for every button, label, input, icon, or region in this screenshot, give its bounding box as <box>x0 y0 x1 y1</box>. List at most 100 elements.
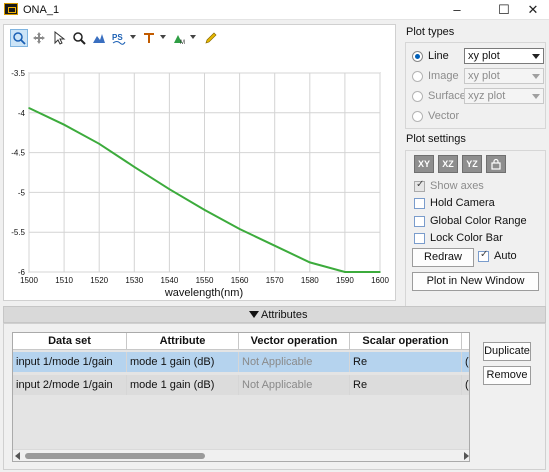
radio-vector-label: Vector <box>428 110 460 122</box>
x-axis-label: wavelength(nm) <box>164 287 243 299</box>
auto-checkbox[interactable]: Auto <box>478 249 538 265</box>
surface-plot-type-value: xyz plot <box>468 90 506 102</box>
x-tick-label: 1570 <box>266 276 284 285</box>
view-xy-button[interactable]: XY <box>414 155 434 173</box>
line-chart[interactable]: -3.5-4-4.5-5-5.5-6 1500 1510 1520 1530 1540 1… <box>7 70 392 300</box>
cell-scalar-operation[interactable]: Re <box>350 352 462 372</box>
line-style-dropdown-icon[interactable] <box>130 35 136 39</box>
plot-types-group: Line xy plot Image xy plot Surface xyz p… <box>405 42 546 129</box>
radio-surface-indicator[interactable] <box>412 91 423 102</box>
image-plot-type-select[interactable]: xy plot <box>464 68 544 84</box>
y-tick-label: -4 <box>18 109 26 118</box>
radio-line-label: Line <box>428 50 449 62</box>
title-bar: ONA_1 – ☐ ✕ <box>0 0 549 20</box>
show-axes-checkbox[interactable]: Show axes <box>414 179 544 195</box>
data-point <box>273 244 276 247</box>
show-axes-check[interactable] <box>414 179 425 192</box>
radio-surface-label: Surface <box>428 90 466 102</box>
radio-vector[interactable]: Vector <box>412 109 542 125</box>
pencil-icon[interactable] <box>202 29 220 47</box>
lock-view-button[interactable] <box>486 155 506 173</box>
horizontal-scrollbar[interactable] <box>13 449 469 461</box>
data-point <box>168 188 171 191</box>
cell-extra[interactable]: (1 <box>462 352 469 372</box>
maximize-button[interactable]: ☐ <box>488 1 520 19</box>
surface-view-icon[interactable] <box>90 29 108 47</box>
radio-line[interactable]: Line xy plot <box>412 48 544 65</box>
lock-color-bar-checkbox[interactable]: Lock Color Bar <box>414 231 544 247</box>
hold-camera-checkbox[interactable]: Hold Camera <box>414 196 544 212</box>
lock-color-bar-label: Lock Color Bar <box>430 232 503 244</box>
cell-attribute[interactable]: mode 1 gain (dB) <box>127 375 239 395</box>
duplicate-button[interactable]: Duplicate <box>483 342 531 361</box>
attributes-title: Attributes <box>261 309 308 321</box>
cell-vector-operation[interactable]: Not Applicable <box>239 352 350 372</box>
data-point <box>238 228 241 230</box>
attributes-toggle-bar[interactable]: Attributes <box>3 306 546 323</box>
hold-camera-check[interactable] <box>414 198 425 209</box>
collapse-triangle-icon <box>249 311 259 318</box>
select-cursor-icon[interactable] <box>50 29 68 47</box>
surface-plot-type-select[interactable]: xyz plot <box>464 88 544 104</box>
line-style-icon[interactable]: PS <box>110 29 128 47</box>
text-annotation-icon[interactable] <box>140 29 158 47</box>
marker-dropdown-icon[interactable] <box>190 35 196 39</box>
y-tick-label: -5.5 <box>11 228 25 237</box>
table-row[interactable]: input 2/mode 1/gain mode 1 gain (dB) Not… <box>13 375 469 395</box>
global-color-range-checkbox[interactable]: Global Color Range <box>414 214 544 230</box>
data-point <box>203 209 206 211</box>
radio-line-indicator[interactable] <box>412 51 423 62</box>
radio-image-label: Image <box>428 70 459 82</box>
lock-color-bar-check[interactable] <box>414 233 425 244</box>
x-tick-label: 1540 <box>161 276 179 285</box>
cell-dataset[interactable]: input 1/mode 1/gain <box>13 352 127 372</box>
data-point <box>98 143 100 145</box>
view-yz-button[interactable]: YZ <box>462 155 482 173</box>
radio-vector-indicator[interactable] <box>412 111 423 122</box>
radio-image-indicator[interactable] <box>412 71 423 82</box>
radio-surface[interactable]: Surface xyz plot <box>412 88 544 105</box>
remove-button[interactable]: Remove <box>483 366 531 385</box>
line-plot-type-value: xy plot <box>468 50 500 62</box>
chevron-down-icon <box>532 94 540 99</box>
line-plot-type-select[interactable]: xy plot <box>464 48 544 64</box>
close-button[interactable]: ✕ <box>517 1 549 19</box>
auto-check[interactable] <box>478 249 489 262</box>
x-tick-label: 1500 <box>20 276 38 285</box>
minimize-button[interactable]: – <box>441 1 473 19</box>
zoom-magnifier-icon[interactable] <box>70 29 88 47</box>
cell-dataset[interactable]: input 2/mode 1/gain <box>13 375 127 395</box>
image-plot-type-value: xy plot <box>468 70 500 82</box>
marker-icon[interactable]: M <box>170 29 188 47</box>
chevron-down-icon <box>532 54 540 59</box>
scroll-left-icon[interactable] <box>15 452 20 460</box>
data-point <box>344 271 346 273</box>
column-header-dataset[interactable]: Data set <box>13 333 127 350</box>
zoom-region-icon[interactable] <box>10 29 28 47</box>
plot-in-new-window-button[interactable]: Plot in New Window <box>412 272 539 291</box>
table-row[interactable]: input 1/mode 1/gain mode 1 gain (dB) Not… <box>13 352 469 372</box>
scroll-right-icon[interactable] <box>464 452 469 460</box>
data-point <box>309 261 311 264</box>
text-dropdown-icon[interactable] <box>160 35 166 39</box>
global-color-range-check[interactable] <box>414 216 425 227</box>
attributes-table: Data set Attribute Vector operation Scal… <box>12 332 470 462</box>
show-axes-label: Show axes <box>430 180 484 192</box>
table-header: Data set Attribute Vector operation Scal… <box>13 333 469 350</box>
auto-label: Auto <box>494 250 517 262</box>
view-xz-button[interactable]: XZ <box>438 155 458 173</box>
pan-icon[interactable] <box>30 29 48 47</box>
cell-extra[interactable]: (1 <box>462 375 469 395</box>
column-header-attribute[interactable]: Attribute <box>127 333 239 350</box>
cell-attribute[interactable]: mode 1 gain (dB) <box>127 352 239 372</box>
cell-vector-operation[interactable]: Not Applicable <box>239 375 350 395</box>
column-header-scalar-operation[interactable]: Scalar operation <box>350 333 462 350</box>
column-header-vector-operation[interactable]: Vector operation <box>239 333 350 350</box>
global-color-range-label: Global Color Range <box>430 215 527 227</box>
scrollbar-thumb[interactable] <box>25 453 205 459</box>
radio-image[interactable]: Image xy plot <box>412 68 544 85</box>
redraw-button[interactable]: Redraw <box>412 248 474 267</box>
x-tick-label: 1510 <box>55 276 73 285</box>
hold-camera-label: Hold Camera <box>430 197 495 209</box>
cell-scalar-operation[interactable]: Re <box>350 375 462 395</box>
